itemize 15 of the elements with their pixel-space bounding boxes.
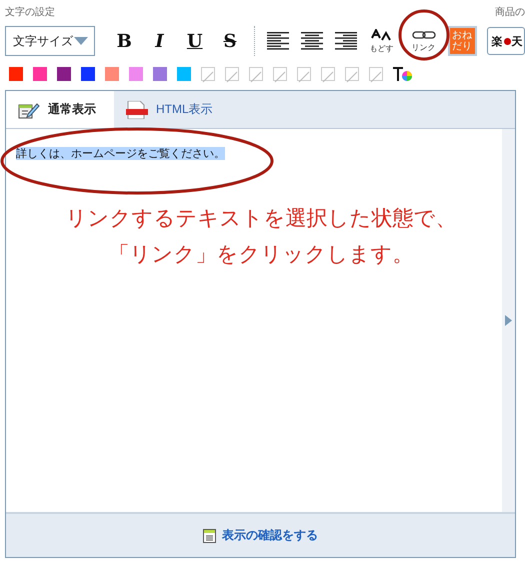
instruction-text: 「リンク」をクリックします。 (108, 241, 414, 268)
selected-text[interactable]: 詳しくは、ホームページをご覧ください。 (16, 147, 225, 160)
instruction-text: リンクするテキストを選択した状態で、 (66, 205, 456, 232)
affiliate-button[interactable]: 楽 天 (486, 27, 525, 55)
view-tab[interactable]: HTML表示 (114, 91, 227, 128)
view-tab[interactable]: 通常表示 (6, 91, 114, 128)
reset-button[interactable]: もどす (363, 25, 400, 57)
section-label: 文字の設定 (5, 6, 55, 19)
strike-button[interactable]: S (212, 26, 248, 56)
section-label: 商品の (495, 6, 525, 19)
underline-button[interactable]: U (177, 26, 212, 56)
bold-button[interactable]: B (106, 26, 142, 56)
font-size-select[interactable]: 文字サイズ (5, 26, 96, 56)
italic-button[interactable]: I (142, 26, 178, 56)
preview-button[interactable]: 表示の確認をする (197, 526, 324, 545)
